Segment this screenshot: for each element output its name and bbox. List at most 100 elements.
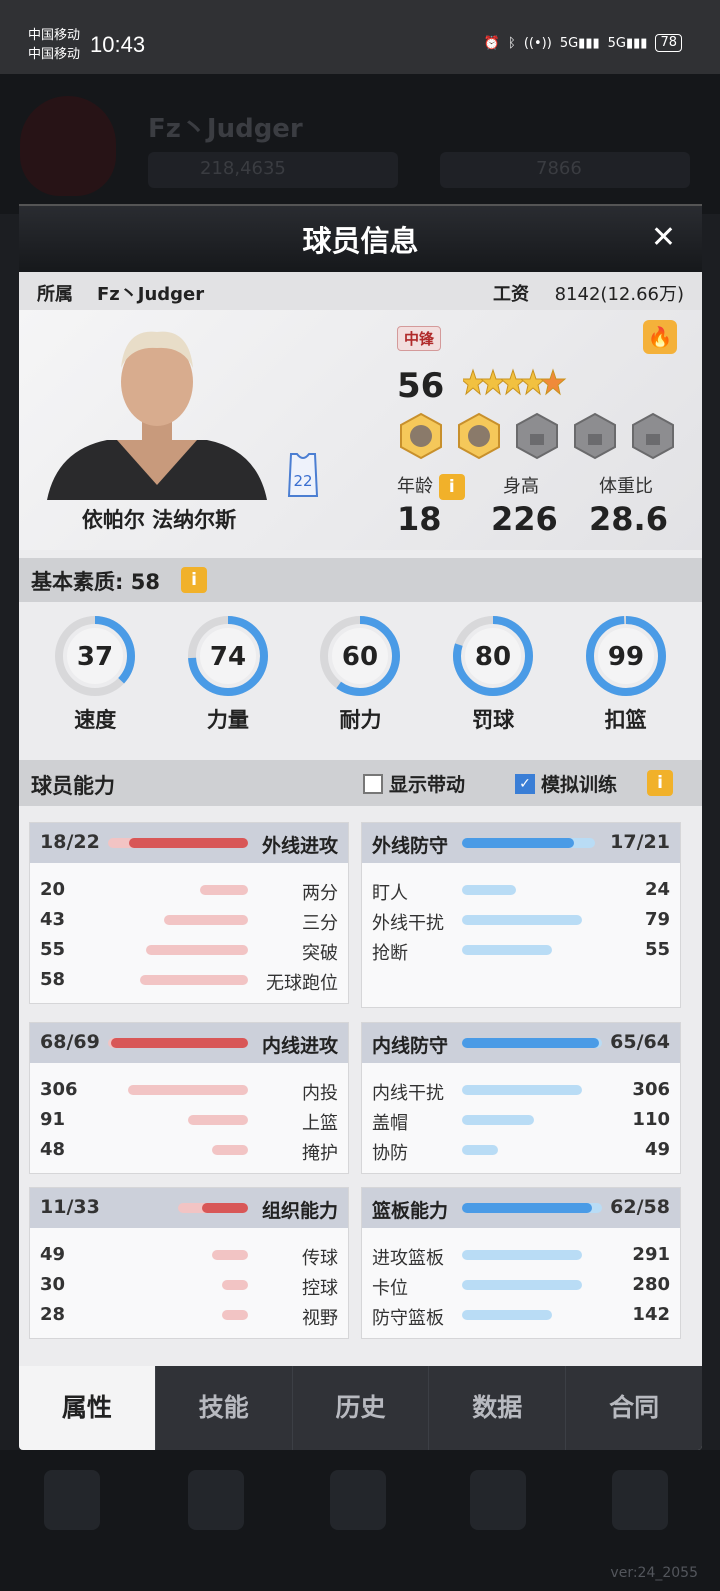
nav-icon	[188, 1470, 244, 1530]
ability-bar	[188, 1115, 248, 1125]
attribute-value: 74	[210, 642, 246, 672]
ability-row: 20 两分	[30, 875, 348, 905]
coin-counter: 218,4635	[148, 152, 398, 188]
card-score: 62/58	[610, 1196, 670, 1218]
team-label: 所属	[37, 284, 73, 305]
ability-row: 91 上篮	[30, 1105, 348, 1135]
card-header: 68/69 内线进攻	[30, 1023, 348, 1063]
tab-3[interactable]: 数据	[428, 1366, 565, 1450]
attribute-ring: 80 罚球	[438, 612, 548, 762]
fire-icon[interactable]: 🔥	[643, 320, 677, 354]
attribute-ring: 60 耐力	[305, 612, 415, 762]
player-name: 依帕尔 法纳尔斯	[81, 508, 237, 532]
ability-value: 28	[40, 1304, 66, 1325]
ability-row: 内线干扰 306	[362, 1075, 680, 1105]
info-icon[interactable]: i	[647, 770, 673, 796]
age-label: 年龄 i	[397, 472, 465, 500]
card-title: 内线防守	[372, 1035, 449, 1057]
svg-text:22: 22	[293, 472, 312, 490]
ability-row: 306 内投	[30, 1075, 348, 1105]
ability-label: 盯人	[372, 883, 408, 904]
carrier-label: 中国移动 中国移动	[28, 28, 81, 62]
ability-label: 两分	[302, 883, 338, 904]
ability-value: 49	[644, 1139, 670, 1160]
attribute-value: 99	[608, 642, 644, 672]
attribute-ring: 99 扣篮	[571, 612, 681, 762]
checkbox-icon[interactable]	[363, 773, 383, 794]
card-bar	[462, 1203, 602, 1213]
ability-value: 291	[632, 1244, 670, 1265]
ability-value: 55	[40, 939, 66, 960]
gem-counter: 7866	[440, 152, 690, 188]
tab-4[interactable]: 合同	[565, 1366, 702, 1450]
ability-row: 盯人 24	[362, 875, 680, 905]
attribute-label: 力量	[206, 708, 249, 732]
base-attributes-bar: 基本素质: 58 i	[19, 558, 702, 602]
card-header: 篮板能力 62/58	[362, 1188, 680, 1228]
ability-value: 79	[644, 909, 670, 930]
card-title: 内线进攻	[261, 1035, 338, 1057]
battery-icon: 78	[655, 34, 682, 52]
ability-label: 抢断	[372, 943, 408, 964]
tab-0[interactable]: 属性	[19, 1366, 155, 1450]
ability-bar	[462, 1280, 582, 1290]
ability-row: 43 三分	[30, 905, 348, 935]
ability-label: 进攻篮板	[372, 1248, 444, 1269]
ability-value: 142	[632, 1304, 670, 1325]
ability-label: 掩护	[302, 1143, 338, 1164]
ability-header: 球员能力 显示带动 ✓ 模拟训练 i	[19, 760, 702, 806]
card-bar	[108, 1038, 248, 1048]
tab-1[interactable]: 技能	[154, 1366, 292, 1450]
player-card: 22 依帕尔 法纳尔斯 中锋 🔥 56 年龄 i 身高 体重比 18 226 2	[19, 310, 702, 550]
star-rating	[463, 368, 567, 396]
salary-value: 8142(12.66万)	[554, 284, 684, 305]
player-info-modal: 球员信息 ✕ 所属 Fz丶Judger 工资 8142(12.66万) 22 依…	[19, 204, 702, 1450]
skill-badge-icon[interactable]	[399, 412, 443, 460]
info-icon[interactable]: i	[438, 474, 465, 500]
tab-2[interactable]: 历史	[291, 1366, 429, 1450]
lightning-badge-icon[interactable]	[457, 412, 501, 460]
overall-rating: 56	[397, 366, 445, 406]
bluetooth-icon: ᛒ	[508, 35, 516, 51]
ability-label: 防守篮板	[372, 1308, 444, 1329]
ability-value: 280	[632, 1274, 670, 1295]
card-title: 外线防守	[372, 835, 449, 857]
ability-card: 篮板能力 62/58 进攻篮板 291 卡位 280 防守篮板 142	[361, 1187, 681, 1339]
ability-bar	[212, 1145, 248, 1155]
show-drive-checkbox[interactable]: 显示带动	[363, 770, 465, 797]
checkbox-checked-icon[interactable]: ✓	[515, 773, 535, 794]
clock: 10:43	[90, 32, 146, 57]
ability-label: 盖帽	[372, 1113, 408, 1134]
ability-bar	[462, 945, 552, 955]
close-icon[interactable]: ✕	[651, 220, 676, 255]
card-score: 68/69	[40, 1031, 100, 1053]
team-value: Fz丶Judger	[97, 284, 205, 305]
info-icon[interactable]: i	[181, 567, 207, 593]
ability-value: 48	[40, 1139, 66, 1160]
ability-row: 抢断 55	[362, 935, 680, 965]
ability-bar	[462, 1115, 534, 1125]
attribute-rings: 37 速度 74 力量 60 耐力 80 罚球 99 扣篮	[19, 612, 702, 762]
attribute-ring: 74 力量	[173, 612, 283, 762]
ability-row: 进攻篮板 291	[362, 1240, 680, 1270]
card-score: 65/64	[610, 1031, 670, 1053]
card-bar	[178, 1203, 248, 1213]
ability-label: 内线干扰	[372, 1083, 444, 1104]
card-title: 组织能力	[261, 1200, 338, 1222]
attribute-label: 罚球	[472, 708, 515, 732]
base-attributes-label: 基本素质: 58	[31, 570, 160, 594]
ability-label: 三分	[302, 913, 338, 934]
signal-icon: 5G▮▮▮	[607, 35, 648, 51]
player-avatar	[47, 331, 267, 500]
jersey-icon: 22	[287, 453, 319, 497]
attribute-label: 扣篮	[604, 708, 647, 732]
sim-train-checkbox[interactable]: ✓ 模拟训练	[515, 770, 617, 797]
modal-title: 球员信息	[302, 224, 419, 258]
nav-icon	[330, 1470, 386, 1530]
ability-bar	[462, 1250, 582, 1260]
card-bar	[462, 838, 595, 848]
nav-icon	[470, 1470, 526, 1530]
ability-value: 20	[40, 879, 66, 900]
ability-bar	[146, 945, 248, 955]
weight-value: 28.6	[589, 500, 668, 538]
